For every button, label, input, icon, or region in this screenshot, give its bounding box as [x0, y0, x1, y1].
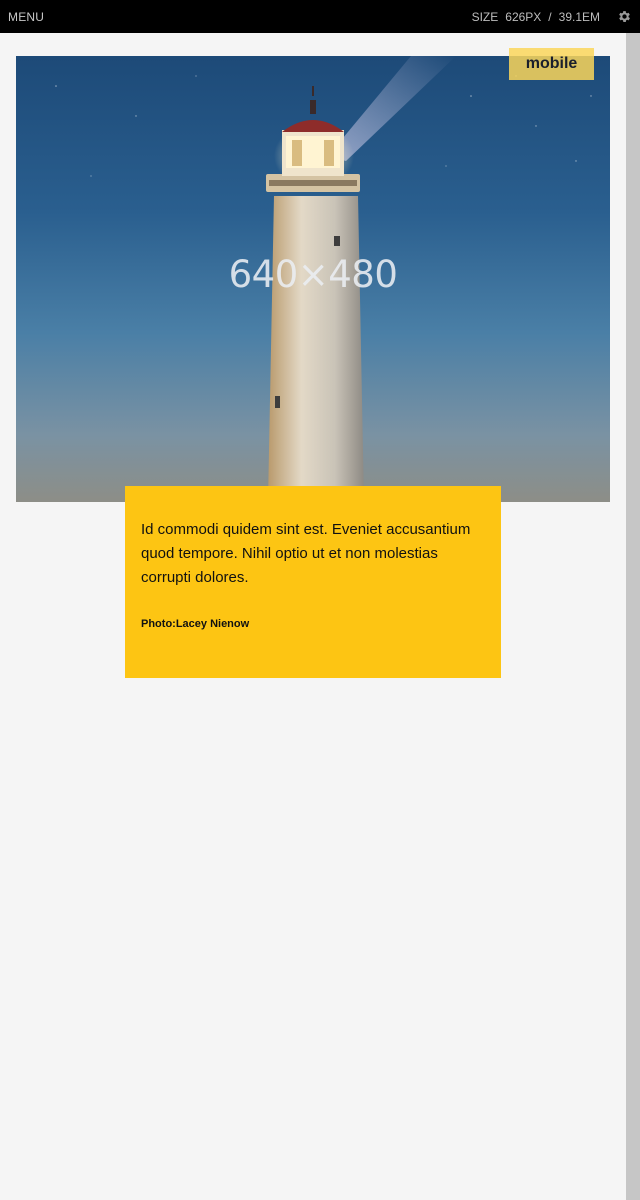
viewport-frame: 640×480 mobile Id commodi quidem sint es…	[0, 33, 626, 1200]
photo-credit: Photo:Lacey Nienow	[141, 618, 250, 630]
caption-card: Id commodi quidem sint est. Eveniet accu…	[125, 486, 501, 678]
size-separator: /	[548, 10, 552, 24]
breakpoint-badge: mobile	[509, 48, 594, 80]
top-toolbar: MENU SIZE 626PX / 39.1EM	[0, 0, 640, 33]
menu-button[interactable]: MENU	[8, 10, 44, 24]
caption-text: Id commodi quidem sint est. Eveniet accu…	[141, 521, 471, 586]
size-label: SIZE	[471, 10, 499, 24]
gear-icon[interactable]	[617, 9, 632, 24]
size-em-value[interactable]: 39.1EM	[559, 10, 600, 24]
hero-image: 640×480	[16, 56, 610, 502]
vertical-scrollbar[interactable]	[626, 33, 640, 1200]
viewport-size-readout: SIZE 626PX / 39.1EM	[472, 10, 600, 24]
image-dimension-label: 640×480	[228, 253, 398, 296]
size-px-value[interactable]: 626PX	[505, 10, 541, 24]
